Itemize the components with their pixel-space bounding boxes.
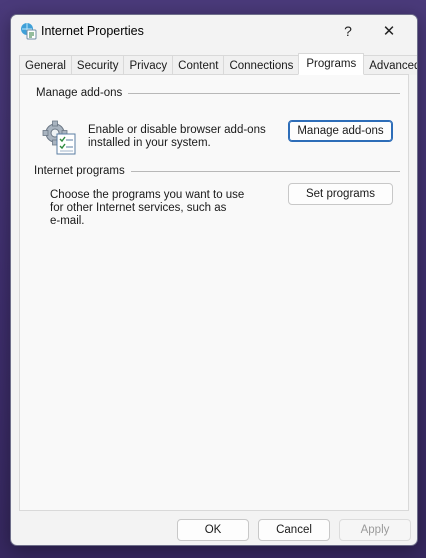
tab-connections[interactable]: Connections (223, 55, 299, 75)
title-bar: Internet Properties ? ✕ (11, 15, 417, 47)
internet-programs-description: Choose the programs you want to use for … (50, 189, 244, 228)
section-divider (130, 170, 400, 172)
internet-programs-heading: Internet programs (34, 165, 125, 177)
close-button[interactable]: ✕ (369, 15, 409, 47)
tab-strip: General Security Privacy Content Connect… (19, 53, 417, 75)
help-button[interactable]: ? (333, 15, 363, 47)
section-divider (128, 92, 400, 94)
cancel-button[interactable]: Cancel (258, 519, 330, 541)
internet-properties-dialog: Internet Properties ? ✕ General Security… (10, 14, 418, 546)
ok-button[interactable]: OK (177, 519, 249, 541)
tab-privacy[interactable]: Privacy (123, 55, 173, 75)
manage-addons-section-header: Manage add-ons (36, 87, 400, 99)
internet-programs-description-line: for other Internet services, such as (50, 202, 227, 214)
manage-addons-description: Enable or disable browser add-ons instal… (88, 124, 266, 150)
tab-content[interactable]: Content (172, 55, 224, 75)
manage-addons-description-line: installed in your system. (88, 137, 211, 149)
tab-general[interactable]: General (19, 55, 71, 75)
apply-button[interactable]: Apply (339, 519, 411, 541)
internet-options-icon (21, 23, 37, 40)
gear-checklist-icon (42, 120, 76, 155)
programs-tab-panel: Manage add-ons Enable or disable browser… (19, 74, 409, 511)
internet-programs-description-line: e-mail. (50, 215, 85, 227)
manage-addons-description-line: Enable or disable browser add-ons (88, 124, 266, 136)
tab-advanced[interactable]: Advanced (364, 55, 417, 75)
window-title: Internet Properties (41, 24, 144, 38)
manage-addons-heading: Manage add-ons (36, 87, 123, 99)
manage-addons-button[interactable]: Manage add-ons (288, 120, 393, 142)
tab-programs[interactable]: Programs (298, 53, 365, 75)
internet-programs-description-line: Choose the programs you want to use (50, 189, 245, 201)
internet-programs-section-header: Internet programs (34, 165, 400, 177)
set-programs-button[interactable]: Set programs (288, 183, 393, 205)
tab-security[interactable]: Security (70, 55, 124, 75)
